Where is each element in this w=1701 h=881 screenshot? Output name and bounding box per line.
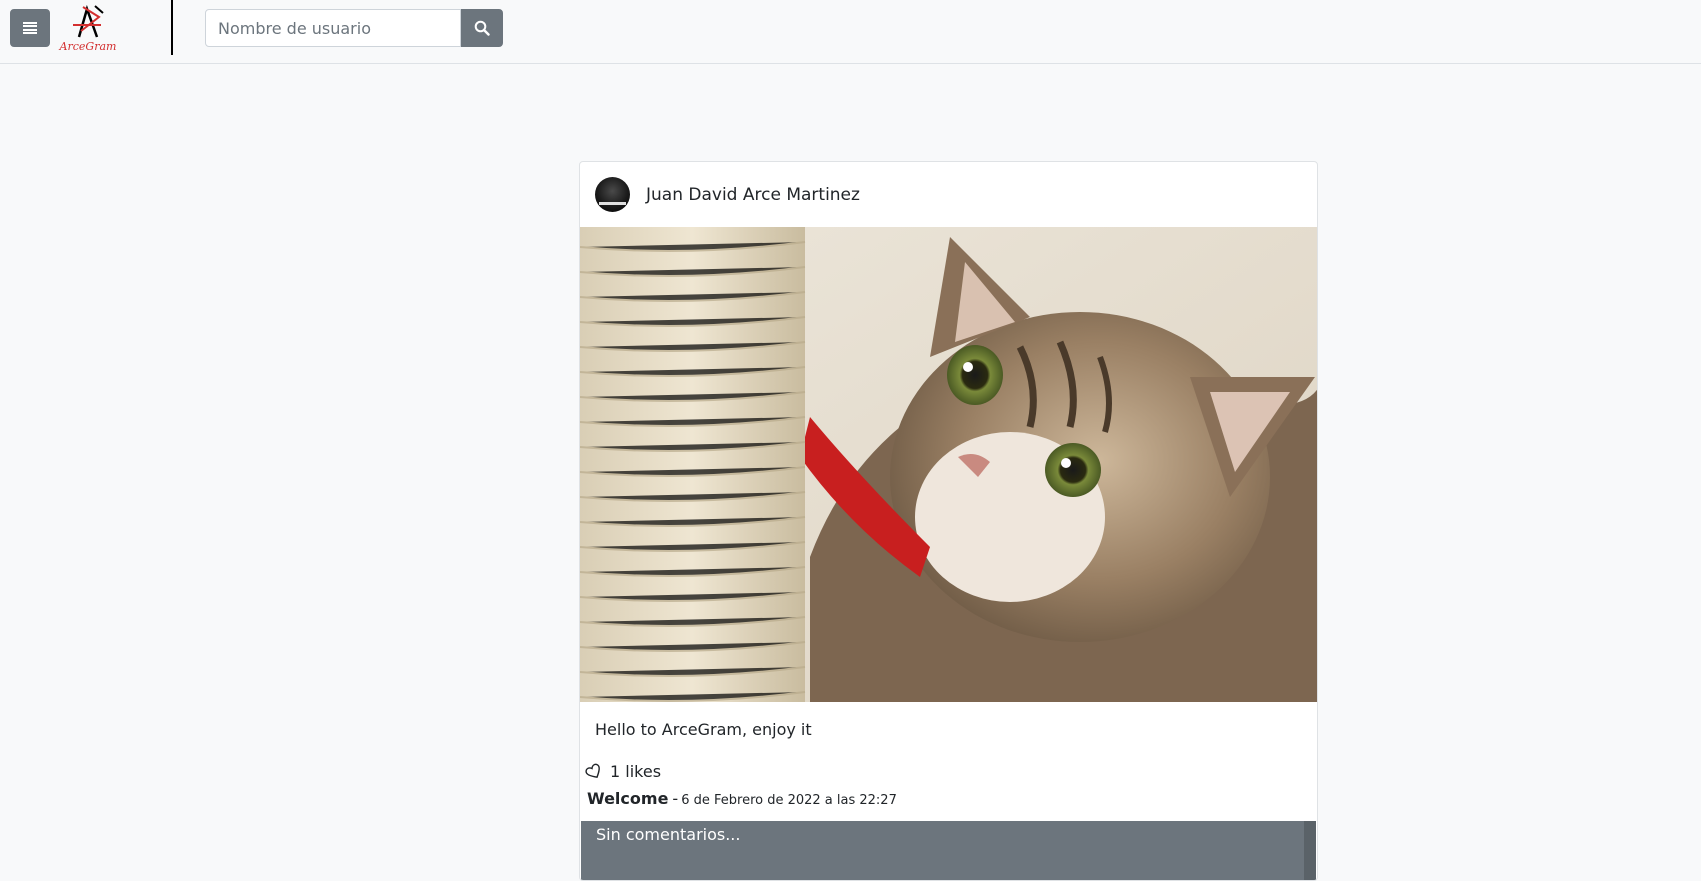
hamburger-icon: [23, 22, 37, 34]
navbar-divider: [171, 0, 173, 55]
comments-scrollbar[interactable]: [1304, 821, 1316, 880]
search-button[interactable]: [461, 9, 503, 47]
post-card: Juan David Arce Martinez Hello to ArceGr…: [579, 161, 1318, 881]
author-avatar[interactable]: [595, 177, 630, 212]
username-search-input[interactable]: [205, 9, 461, 47]
meta-separator: -: [672, 789, 679, 808]
post-title: Welcome: [587, 789, 669, 808]
brand-logo[interactable]: ArceGram: [57, 3, 119, 53]
heart-outline-icon[interactable]: [585, 763, 603, 781]
post-image[interactable]: [580, 227, 1318, 702]
likes-row: 1 likes: [585, 762, 661, 781]
post-meta: Welcome -6 de Febrero de 2022 a las 22:27: [587, 789, 897, 808]
top-navbar: ArceGram: [0, 0, 1701, 64]
logo-mark-icon: [73, 4, 104, 38]
no-comments-text: Sin comentarios...: [596, 825, 741, 844]
brand-name: ArceGram: [59, 40, 117, 53]
post-header: Juan David Arce Martinez: [580, 162, 1317, 227]
comments-section[interactable]: Sin comentarios...: [581, 821, 1316, 880]
post-caption: Hello to ArceGram, enjoy it: [595, 720, 812, 739]
search-icon: [474, 20, 490, 36]
likes-count: 1 likes: [610, 762, 662, 781]
post-date: 6 de Febrero de 2022 a las 22:27: [681, 793, 897, 808]
menu-toggle-button[interactable]: [10, 9, 50, 47]
post-author-name[interactable]: Juan David Arce Martinez: [646, 185, 860, 205]
